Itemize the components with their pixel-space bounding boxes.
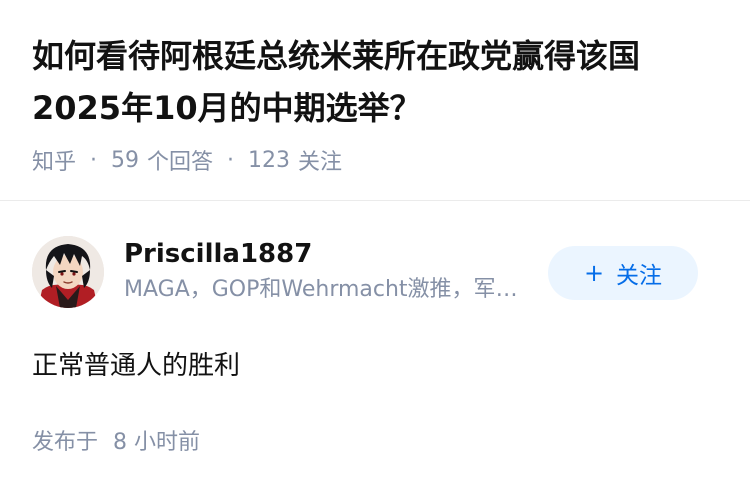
question-meta: 知乎 · 59 个回答 · 123 关注	[32, 144, 722, 176]
site-name[interactable]: 知乎	[32, 144, 76, 176]
author-bio: MAGA，GOP和Wehrmacht激推，军事爱好者	[124, 277, 532, 302]
follow-button-label: 关注	[616, 263, 663, 289]
question-title[interactable]: 如何看待阿根廷总统米莱所在政党赢得该国2025年10月的中期选举？	[32, 30, 722, 134]
follower-count: 123	[248, 147, 291, 173]
follow-button[interactable]: + 关注	[548, 246, 698, 300]
plus-icon: +	[583, 259, 605, 287]
answer-card: Priscilla1887 MAGA，GOP和Wehrmacht激推，军事爱好者…	[32, 236, 718, 388]
avatar-anime-character-icon	[32, 236, 104, 308]
author-row: Priscilla1887 MAGA，GOP和Wehrmacht激推，军事爱好者…	[32, 236, 718, 308]
avatar[interactable]	[32, 236, 104, 308]
answer-time-value: 8 小时前	[113, 430, 201, 455]
author-name[interactable]: Priscilla1887	[124, 236, 544, 272]
answer-count-label[interactable]: 个回答	[147, 144, 213, 176]
answer-time-prefix: 发布于	[32, 430, 99, 455]
meta-separator: ·	[227, 147, 235, 173]
answer-count: 59	[111, 147, 140, 173]
divider	[0, 200, 750, 201]
answer-time: 发布于 8 小时前	[32, 424, 200, 456]
question-header: 如何看待阿根廷总统米莱所在政党赢得该国2025年10月的中期选举？ 知乎 · 5…	[32, 30, 722, 176]
author-info: Priscilla1887 MAGA，GOP和Wehrmacht激推，军事爱好者	[124, 236, 544, 308]
meta-separator: ·	[90, 147, 98, 173]
answer-content[interactable]: 正常普通人的胜利	[32, 344, 718, 388]
follower-count-label[interactable]: 关注	[298, 144, 342, 176]
